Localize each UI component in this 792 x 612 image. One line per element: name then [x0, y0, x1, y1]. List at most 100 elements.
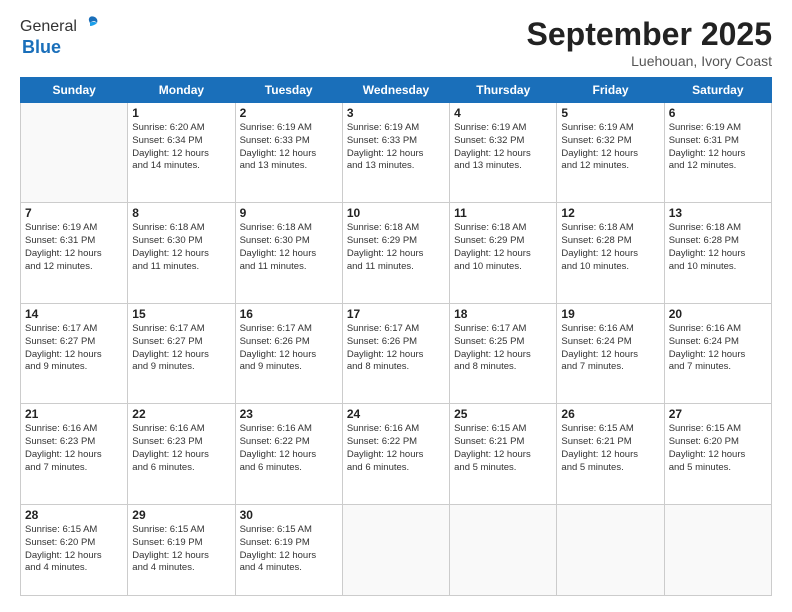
table-row: 4 Sunrise: 6:19 AMSunset: 6:32 PMDaylight…	[450, 103, 557, 203]
calendar-week-row: 21Sunrise: 6:16 AMSunset: 6:23 PMDayligh…	[21, 404, 772, 504]
day-info: Sunrise: 6:15 AMSunset: 6:20 PMDaylight:…	[669, 423, 767, 474]
day-number: 11	[454, 206, 552, 220]
day-number: 25	[454, 407, 552, 421]
day-info: Sunrise: 6:15 AMSunset: 6:21 PMDaylight:…	[561, 423, 659, 474]
day-number: 26	[561, 407, 659, 421]
day-info: Sunrise: 6:17 AMSunset: 6:27 PMDaylight:…	[132, 323, 230, 374]
table-row: 15 Sunrise: 6:17 AMSunset: 6:27 PMDayligh…	[128, 303, 235, 403]
table-row: 3 Sunrise: 6:19 AMSunset: 6:33 PMDaylight…	[342, 103, 449, 203]
day-info: Sunrise: 6:16 AMSunset: 6:22 PMDaylight:…	[347, 423, 445, 474]
table-row: 29 Sunrise: 6:15 AMSunset: 6:19 PMDayligh…	[128, 504, 235, 595]
day-info: Sunrise: 6:19 AMSunset: 6:33 PMDaylight:…	[347, 122, 445, 173]
day-info: Sunrise: 6:16 AMSunset: 6:22 PMDaylight:…	[240, 423, 338, 474]
calendar-week-row: 28Sunrise: 6:15 AMSunset: 6:20 PMDayligh…	[21, 504, 772, 595]
weekday-header-row: Sunday Monday Tuesday Wednesday Thursday…	[21, 78, 772, 103]
day-number: 3	[347, 106, 445, 120]
day-info: Sunrise: 6:17 AMSunset: 6:27 PMDaylight:…	[25, 323, 123, 374]
table-row: 23 Sunrise: 6:16 AMSunset: 6:22 PMDayligh…	[235, 404, 342, 504]
location: Luehouan, Ivory Coast	[527, 53, 772, 69]
day-info: Sunrise: 6:18 AMSunset: 6:30 PMDaylight:…	[132, 222, 230, 273]
day-info: Sunrise: 6:16 AMSunset: 6:24 PMDaylight:…	[669, 323, 767, 374]
day-info: Sunrise: 6:18 AMSunset: 6:29 PMDaylight:…	[347, 222, 445, 273]
day-number: 15	[132, 307, 230, 321]
day-info: Sunrise: 6:19 AMSunset: 6:32 PMDaylight:…	[454, 122, 552, 173]
day-number: 10	[347, 206, 445, 220]
day-number: 19	[561, 307, 659, 321]
day-number: 29	[132, 508, 230, 522]
day-info: Sunrise: 6:16 AMSunset: 6:24 PMDaylight:…	[561, 323, 659, 374]
day-number: 23	[240, 407, 338, 421]
header-tuesday: Tuesday	[235, 78, 342, 103]
day-info: Sunrise: 6:18 AMSunset: 6:28 PMDaylight:…	[669, 222, 767, 273]
header-sunday: Sunday	[21, 78, 128, 103]
table-row	[450, 504, 557, 595]
table-row: 30 Sunrise: 6:15 AMSunset: 6:19 PMDayligh…	[235, 504, 342, 595]
day-info: Sunrise: 6:15 AMSunset: 6:20 PMDaylight:…	[25, 524, 123, 575]
day-info: Sunrise: 6:15 AMSunset: 6:19 PMDaylight:…	[240, 524, 338, 575]
month-title: September 2025	[527, 16, 772, 53]
day-info: Sunrise: 6:19 AMSunset: 6:33 PMDaylight:…	[240, 122, 338, 173]
header-friday: Friday	[557, 78, 664, 103]
day-info: Sunrise: 6:17 AMSunset: 6:26 PMDaylight:…	[347, 323, 445, 374]
table-row	[342, 504, 449, 595]
table-row: 10 Sunrise: 6:18 AMSunset: 6:29 PMDayligh…	[342, 203, 449, 303]
day-number: 18	[454, 307, 552, 321]
day-number: 13	[669, 206, 767, 220]
day-number: 16	[240, 307, 338, 321]
table-row: 28Sunrise: 6:15 AMSunset: 6:20 PMDayligh…	[21, 504, 128, 595]
day-number: 14	[25, 307, 123, 321]
day-number: 2	[240, 106, 338, 120]
day-info: Sunrise: 6:17 AMSunset: 6:25 PMDaylight:…	[454, 323, 552, 374]
header-thursday: Thursday	[450, 78, 557, 103]
day-info: Sunrise: 6:18 AMSunset: 6:28 PMDaylight:…	[561, 222, 659, 273]
table-row: 18 Sunrise: 6:17 AMSunset: 6:25 PMDayligh…	[450, 303, 557, 403]
table-row: 7 Sunrise: 6:19 AMSunset: 6:31 PMDaylight…	[21, 203, 128, 303]
table-row	[557, 504, 664, 595]
day-info: Sunrise: 6:18 AMSunset: 6:30 PMDaylight:…	[240, 222, 338, 273]
page: General Blue September 2025 Luehouan, Iv…	[0, 0, 792, 612]
day-number: 7	[25, 206, 123, 220]
day-info: Sunrise: 6:15 AMSunset: 6:19 PMDaylight:…	[132, 524, 230, 575]
table-row	[664, 504, 771, 595]
table-row: 21Sunrise: 6:16 AMSunset: 6:23 PMDayligh…	[21, 404, 128, 504]
day-number: 17	[347, 307, 445, 321]
table-row: 6Sunrise: 6:19 AMSunset: 6:31 PMDaylight…	[664, 103, 771, 203]
day-number: 30	[240, 508, 338, 522]
header: General Blue September 2025 Luehouan, Iv…	[20, 16, 772, 69]
day-info: Sunrise: 6:15 AMSunset: 6:21 PMDaylight:…	[454, 423, 552, 474]
table-row: 17 Sunrise: 6:17 AMSunset: 6:26 PMDayligh…	[342, 303, 449, 403]
day-number: 21	[25, 407, 123, 421]
table-row: 22Sunrise: 6:16 AMSunset: 6:23 PMDayligh…	[128, 404, 235, 504]
day-number: 12	[561, 206, 659, 220]
day-info: Sunrise: 6:18 AMSunset: 6:29 PMDaylight:…	[454, 222, 552, 273]
table-row: 25 Sunrise: 6:15 AMSunset: 6:21 PMDayligh…	[450, 404, 557, 504]
day-info: Sunrise: 6:19 AMSunset: 6:31 PMDaylight:…	[25, 222, 123, 273]
calendar-week-row: 14 Sunrise: 6:17 AMSunset: 6:27 PMDayligh…	[21, 303, 772, 403]
day-number: 9	[240, 206, 338, 220]
table-row: 9 Sunrise: 6:18 AMSunset: 6:30 PMDaylight…	[235, 203, 342, 303]
day-number: 8	[132, 206, 230, 220]
logo: General Blue	[20, 16, 103, 58]
header-saturday: Saturday	[664, 78, 771, 103]
day-number: 4	[454, 106, 552, 120]
header-monday: Monday	[128, 78, 235, 103]
calendar-week-row: 7 Sunrise: 6:19 AMSunset: 6:31 PMDaylight…	[21, 203, 772, 303]
day-info: Sunrise: 6:20 AMSunset: 6:34 PMDaylight:…	[132, 122, 230, 173]
day-number: 1	[132, 106, 230, 120]
day-number: 5	[561, 106, 659, 120]
day-number: 27	[669, 407, 767, 421]
day-number: 20	[669, 307, 767, 321]
table-row: 13 Sunrise: 6:18 AMSunset: 6:28 PMDayligh…	[664, 203, 771, 303]
table-row	[21, 103, 128, 203]
table-row: 24Sunrise: 6:16 AMSunset: 6:22 PMDayligh…	[342, 404, 449, 504]
day-info: Sunrise: 6:19 AMSunset: 6:32 PMDaylight:…	[561, 122, 659, 173]
logo-general-text: General	[20, 18, 77, 36]
header-wednesday: Wednesday	[342, 78, 449, 103]
logo-blue-text: Blue	[22, 38, 103, 58]
day-info: Sunrise: 6:19 AMSunset: 6:31 PMDaylight:…	[669, 122, 767, 173]
logo-bird-icon	[79, 14, 101, 36]
table-row: 20 Sunrise: 6:16 AMSunset: 6:24 PMDayligh…	[664, 303, 771, 403]
table-row: 12 Sunrise: 6:18 AMSunset: 6:28 PMDayligh…	[557, 203, 664, 303]
table-row: 1 Sunrise: 6:20 AMSunset: 6:34 PMDaylight…	[128, 103, 235, 203]
table-row: 14 Sunrise: 6:17 AMSunset: 6:27 PMDayligh…	[21, 303, 128, 403]
